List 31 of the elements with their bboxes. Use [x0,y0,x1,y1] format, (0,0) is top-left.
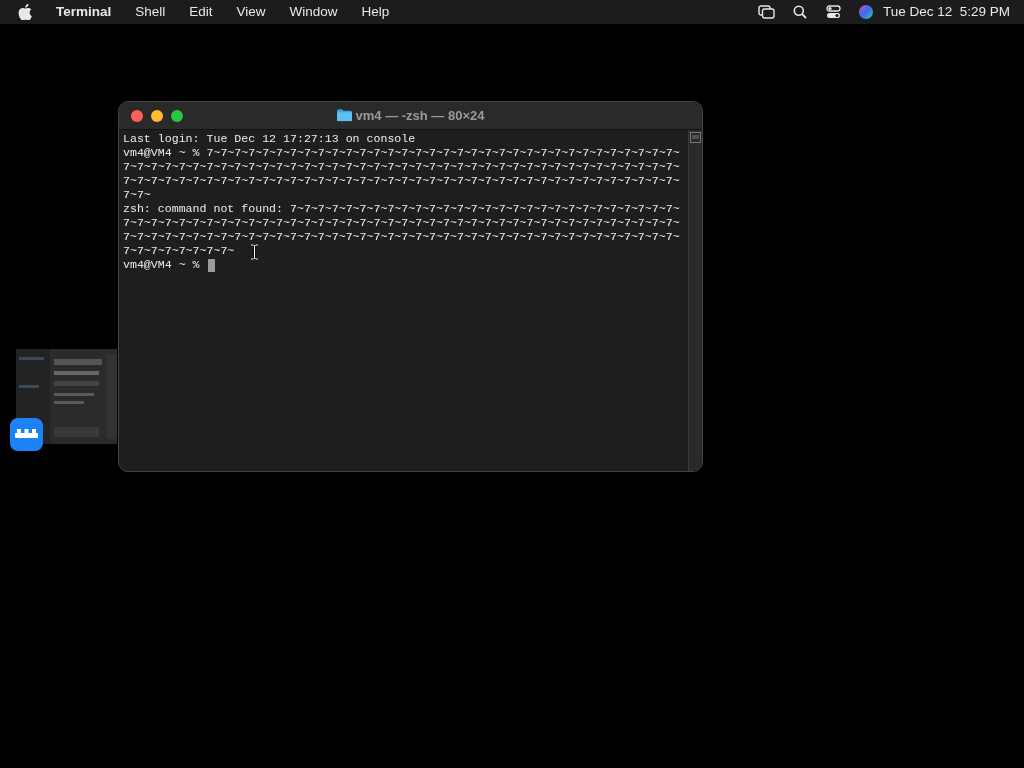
terminal-prompt: vm4@VM4 ~ % [123,258,200,272]
stage-manager-icon[interactable] [757,5,775,19]
menu-item[interactable]: Shell [135,1,166,23]
terminal-line: 7~7~ [123,188,151,202]
terminal-line: 7~7~7~7~7~7~7~7~7~7~7~7~7~7~7~7~7~7~7~7~7~7~7~7~7~7~7~7~7~7~7~7~7~7~7~7~7~7~7~7~ [123,216,680,230]
folder-icon [336,109,352,122]
app-icon[interactable] [10,418,43,451]
menu-item[interactable]: Help [361,1,390,23]
terminal-line: 7~7~7~7~7~7~7~7~7~7~7~7~7~7~7~7~7~7~7~7~7~7~7~7~7~7~7~7~7~7~7~7~7~7~7~7~7~7~7~7~ [123,160,680,174]
terminal-line: 7~7~7~7~7~7~7~7~ [123,244,235,258]
close-button[interactable] [131,109,143,122]
terminal-line: 7~7~7~7~7~7~7~7~7~7~7~7~7~7~7~7~7~7~7~7~7~7~7~7~7~7~7~7~7~7~7~7~7~7~7~7~7~7~7~7~ [123,174,680,188]
search-icon[interactable] [792,5,807,19]
app-menu[interactable]: Terminal [56,1,112,23]
minimize-button[interactable] [151,109,163,122]
menu-item[interactable]: Window [289,1,338,23]
terminal-line: 7~7~7~7~7~7~7~7~7~7~7~7~7~7~7~7~7~7~7~7~7~7~7~7~7~7~7~7~7~7~7~7~7~7~7~7~7~7~7~7~ [123,230,680,244]
siri-icon[interactable] [858,5,873,19]
menu-bar-clock[interactable]: Tue Dec 12 5:29 PM [882,1,1010,23]
terminal-line: vm4@VM4 ~ % 7~7~7~7~7~7~7~7~7~7~7~7~7~7~7~7~7~7~7~7~7~7~7~7~7~7~7~7~7~7~7~7~7~7~ [123,146,680,160]
terminal-line: zsh: command not found: 7~7~7~7~7~7~7~7~7~7~7~7~7~7~7~7~7~7~7~7~7~7~7~7~7~7~7~7~ [123,202,680,216]
apple-logo-icon[interactable] [18,4,32,20]
text-cursor [207,258,215,272]
zoom-button[interactable] [171,109,183,122]
menu-item[interactable]: Edit [189,1,213,23]
menu-item[interactable]: View [236,1,266,23]
terminal-line: Last login: Tue Dec 12 17:27:13 on console [123,132,416,146]
split-pane-icon[interactable] [690,132,701,143]
text-cursor-icon [250,243,259,260]
window-title: vm4 — -zsh — 80×24 [355,106,485,125]
control-center-icon[interactable] [825,5,841,19]
